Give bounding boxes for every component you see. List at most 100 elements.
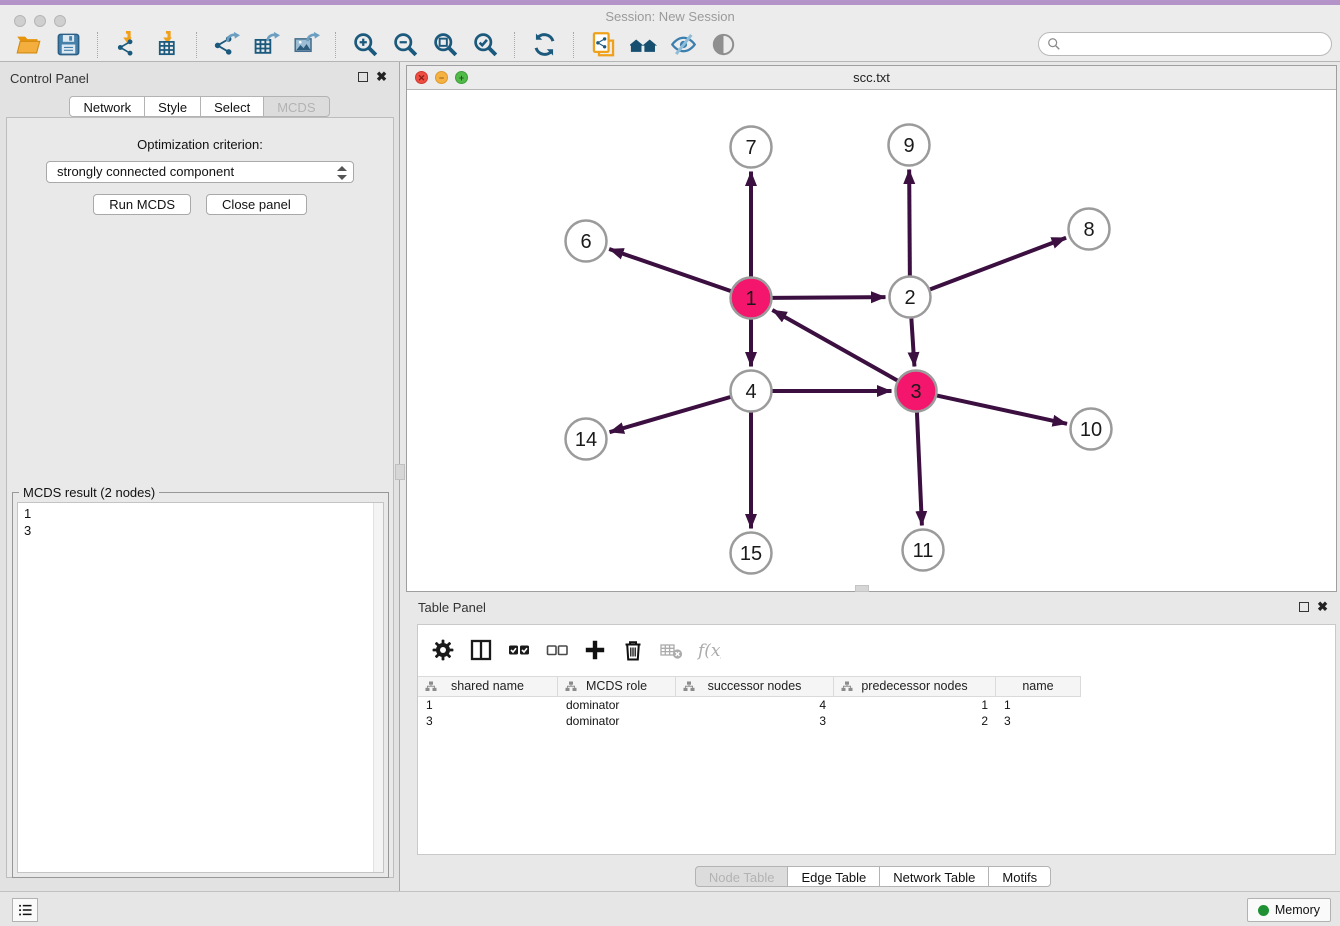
task-history-button[interactable] xyxy=(12,898,38,922)
import-network-icon[interactable] xyxy=(112,30,142,60)
first-neighbors-icon[interactable] xyxy=(588,30,618,60)
svg-text:10: 10 xyxy=(1080,419,1102,441)
toggle-panes-icon[interactable] xyxy=(467,636,495,664)
mcds-result-line: 1 xyxy=(24,505,377,522)
edge-3-11[interactable] xyxy=(917,412,922,525)
table-tabs: Node TableEdge TableNetwork TableMotifs xyxy=(406,866,1340,887)
float-table-panel-icon[interactable] xyxy=(1299,602,1309,612)
zoom-selected-icon[interactable] xyxy=(470,30,500,60)
app-titlebar[interactable]: Session: New Session xyxy=(0,5,1340,28)
tab-style[interactable]: Style xyxy=(144,96,201,117)
graph-node-2[interactable]: 2 xyxy=(890,277,931,318)
edge-2-3[interactable] xyxy=(911,318,914,366)
column-header-successor-nodes[interactable]: successor nodes xyxy=(676,677,834,696)
memory-status-icon xyxy=(1258,905,1269,916)
edge-3-10[interactable] xyxy=(937,396,1067,424)
column-header-MCDS-role[interactable]: MCDS role xyxy=(558,677,676,696)
criterion-dropdown[interactable]: strongly connected component xyxy=(46,161,354,183)
home-icon[interactable] xyxy=(628,30,658,60)
apply-layout-icon[interactable] xyxy=(529,30,559,60)
create-column-icon[interactable] xyxy=(581,636,609,664)
table-cell[interactable]: 4 xyxy=(676,697,834,713)
svg-text:4: 4 xyxy=(745,381,756,403)
hide-selected-icon[interactable] xyxy=(668,30,698,60)
tab-motifs[interactable]: Motifs xyxy=(988,866,1051,887)
export-image-icon[interactable] xyxy=(291,30,321,60)
graph-node-7[interactable]: 7 xyxy=(731,127,772,168)
graph-node-1[interactable]: 1 xyxy=(731,278,772,319)
deselect-all-rows-icon[interactable] xyxy=(543,636,571,664)
search-input[interactable] xyxy=(1065,34,1331,54)
run-mcds-button[interactable]: Run MCDS xyxy=(93,194,191,215)
search-icon xyxy=(1047,37,1061,51)
edge-1-2[interactable] xyxy=(772,297,885,298)
table-cell[interactable]: 1 xyxy=(834,697,996,713)
zoom-out-icon[interactable] xyxy=(390,30,420,60)
column-header-predecessor-nodes[interactable]: predecessor nodes xyxy=(834,677,996,696)
graph-node-14[interactable]: 14 xyxy=(566,419,607,460)
network-canvas[interactable]: 7 9 6 8 1 2 4 3 14 10 15 11 xyxy=(407,89,1336,591)
tab-node-table[interactable]: Node Table xyxy=(695,866,789,887)
tab-mcds[interactable]: MCDS xyxy=(263,96,329,117)
network-view-window: ✕ − + scc.txt 7 9 6 8 1 2 4 3 14 10 15 11 xyxy=(406,65,1337,592)
table-cell[interactable]: 2 xyxy=(834,713,996,729)
edge-2-9[interactable] xyxy=(909,169,910,275)
graph-node-6[interactable]: 6 xyxy=(566,221,607,262)
column-header-name[interactable]: name xyxy=(996,677,1081,696)
table-cell[interactable]: dominator xyxy=(558,713,676,729)
import-table-icon[interactable] xyxy=(152,30,182,60)
edge-3-1[interactable] xyxy=(772,310,897,380)
svg-text:14: 14 xyxy=(575,429,597,451)
graph-node-3[interactable]: 3 xyxy=(896,371,937,412)
edge-1-6[interactable] xyxy=(609,249,731,291)
graph-node-11[interactable]: 11 xyxy=(903,530,944,571)
column-header-shared-name[interactable]: shared name xyxy=(418,677,558,696)
edge-4-14[interactable] xyxy=(610,397,731,432)
table-cell[interactable]: 1 xyxy=(418,697,558,713)
vertical-splitter-handle[interactable] xyxy=(395,464,405,480)
tab-network[interactable]: Network xyxy=(69,96,145,117)
table-cell[interactable]: 1 xyxy=(996,697,1081,713)
svg-text:1: 1 xyxy=(745,288,756,310)
application-window: Session: New Session Control Panel ✖ Net… xyxy=(0,0,1340,926)
table-row[interactable]: 1dominator411 xyxy=(418,697,1081,713)
control-panel-title: Control Panel xyxy=(10,71,89,86)
table-cell[interactable]: dominator xyxy=(558,697,676,713)
edge-2-8[interactable] xyxy=(930,238,1066,290)
svg-text:2: 2 xyxy=(904,287,915,309)
table-settings-icon[interactable] xyxy=(429,636,457,664)
memory-button[interactable]: Memory xyxy=(1247,898,1331,922)
table-cell[interactable]: 3 xyxy=(676,713,834,729)
network-graph[interactable]: 7 9 6 8 1 2 4 3 14 10 15 11 xyxy=(407,89,1336,591)
open-session-icon[interactable] xyxy=(13,30,43,60)
export-network-icon[interactable] xyxy=(211,30,241,60)
network-window-titlebar[interactable]: ✕ − + scc.txt xyxy=(407,66,1336,90)
result-scrollbar[interactable] xyxy=(373,503,383,872)
graph-node-15[interactable]: 15 xyxy=(731,533,772,574)
mcds-result-title: MCDS result (2 nodes) xyxy=(19,485,159,500)
zoom-in-icon[interactable] xyxy=(350,30,380,60)
tab-edge-table[interactable]: Edge Table xyxy=(787,866,880,887)
tab-network-table[interactable]: Network Table xyxy=(879,866,989,887)
float-panel-icon[interactable] xyxy=(358,72,368,82)
close-panel-icon[interactable]: ✖ xyxy=(376,72,387,82)
table-cell[interactable]: 3 xyxy=(996,713,1081,729)
table-cell[interactable]: 3 xyxy=(418,713,558,729)
delete-column-icon[interactable] xyxy=(619,636,647,664)
graph-node-10[interactable]: 10 xyxy=(1071,409,1112,450)
tab-select[interactable]: Select xyxy=(200,96,264,117)
table-row[interactable]: 3dominator323 xyxy=(418,713,1081,729)
save-session-icon[interactable] xyxy=(53,30,83,60)
graph-node-4[interactable]: 4 xyxy=(731,371,772,412)
close-table-panel-icon[interactable]: ✖ xyxy=(1317,602,1328,612)
graph-node-9[interactable]: 9 xyxy=(889,125,930,166)
select-all-rows-icon[interactable] xyxy=(505,636,533,664)
zoom-fit-icon[interactable] xyxy=(430,30,460,60)
export-table-icon[interactable] xyxy=(251,30,281,60)
graph-node-8[interactable]: 8 xyxy=(1069,209,1110,250)
close-panel-button[interactable]: Close panel xyxy=(206,194,307,215)
search-field[interactable] xyxy=(1038,32,1332,56)
horizontal-splitter-handle[interactable] xyxy=(855,585,869,592)
mcds-result-text[interactable]: 13 xyxy=(17,502,384,873)
svg-text:8: 8 xyxy=(1083,219,1094,241)
